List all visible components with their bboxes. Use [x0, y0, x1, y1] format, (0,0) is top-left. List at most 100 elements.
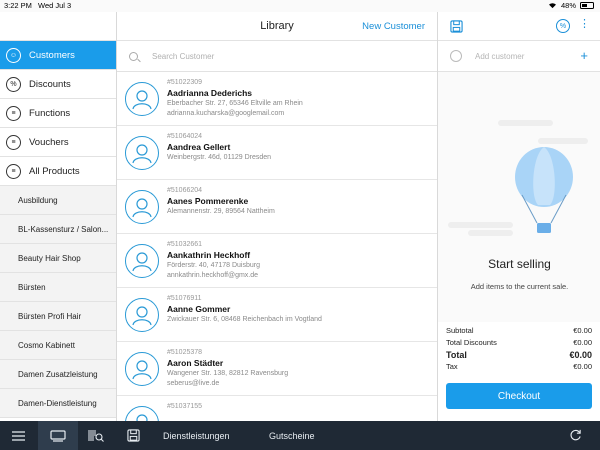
barcode-search-icon[interactable] — [88, 421, 104, 450]
bottom-toolbar: Dienstleistungen Gutscheine — [0, 421, 600, 450]
percent-icon: % — [6, 76, 21, 92]
sidebar-item-all-products[interactable]: ≡ All Products — [0, 157, 116, 186]
customer-address: Weinbergstr. 46d, 01129 Dresden — [167, 154, 272, 161]
hot-air-balloon-icon — [515, 147, 573, 233]
customer-info: #51066204 Aanes Pommerenke Alemannenstr. 2… — [167, 186, 275, 217]
add-customer-label: Add customer — [475, 51, 525, 61]
total-value: €0.00 — [569, 350, 592, 360]
add-customer-row[interactable]: Add customer + — [438, 41, 600, 72]
list-icon: ≡ — [6, 105, 21, 121]
start-selling-title: Start selling — [488, 257, 551, 271]
avatar-icon — [125, 136, 159, 170]
customer-name: Aandrea Gellert — [167, 142, 231, 152]
customer-info: #51076911 Aanne Gommer Zwickauer Str. 6, 0… — [167, 294, 322, 325]
search-input[interactable]: Search Customer — [152, 52, 214, 61]
sale-panel: % ⋮ Add customer + Start selling Add ite… — [437, 12, 600, 421]
customer-info: #51022309 Aadrianna Dederichs Eberbacher S… — [167, 78, 303, 119]
total-row: Subtotal €0.00 — [446, 325, 592, 337]
customer-number: #51037155 — [167, 403, 203, 410]
save-icon[interactable] — [127, 421, 140, 450]
total-label: Total Discounts — [446, 338, 497, 347]
save-icon[interactable] — [450, 20, 463, 33]
cloud-shape — [498, 120, 553, 126]
new-customer-button[interactable]: New Customer — [362, 21, 425, 32]
customer-name: Aaron Städter — [167, 358, 224, 368]
customer-name: Aanes Pommerenke — [167, 196, 249, 206]
customer-number: #51022309 — [167, 79, 203, 86]
search-bar[interactable]: Search Customer — [117, 41, 437, 72]
cloud-shape — [468, 230, 513, 236]
customer-number: #51025378 — [167, 349, 203, 356]
category-item[interactable]: Ausbildung — [0, 186, 116, 215]
category-item[interactable]: Beauty Hair Shop — [0, 244, 116, 273]
customer-list: #51022309 Aadrianna Dederichs Eberbacher S… — [117, 72, 437, 450]
add-icon[interactable]: + — [580, 48, 588, 63]
customer-number: #51032661 — [167, 241, 203, 248]
sidebar-item-discounts[interactable]: % Discounts — [0, 70, 116, 99]
totals-block: Subtotal €0.00 Total Discounts €0.00 Total €0… — [446, 325, 592, 373]
checkout-button[interactable]: Checkout — [446, 383, 592, 409]
avatar-icon — [125, 82, 159, 116]
customer-icon: ☺ — [6, 47, 21, 63]
customer-address: Alemannenstr. 29, 89564 Nattheim — [167, 208, 275, 215]
sidebar-item-label: Vouchers — [29, 136, 69, 148]
sidebar-item-customers[interactable]: ☺ Customers — [0, 41, 116, 70]
status-right: 48% — [548, 1, 594, 10]
discount-percent-icon[interactable]: % — [556, 19, 570, 33]
category-item[interactable]: Cosmo Kabinett — [0, 331, 116, 360]
total-label: Subtotal — [446, 326, 474, 335]
customer-number: #51064024 — [167, 133, 203, 140]
total-value: €0.00 — [573, 326, 592, 335]
avatar-icon — [125, 190, 159, 224]
list-icon: ≡ — [6, 163, 21, 179]
status-date: Wed Jul 3 — [38, 1, 72, 10]
tab-dienstleistungen[interactable]: Dienstleistungen — [163, 421, 230, 450]
status-time: 3:22 PM — [4, 1, 32, 10]
customer-row[interactable]: #51076911 Aanne Gommer Zwickauer Str. 6, 0… — [117, 288, 437, 342]
sidebar-item-vouchers[interactable]: ≡ Vouchers — [0, 128, 116, 157]
cloud-shape — [538, 138, 588, 144]
cloud-shape — [448, 222, 513, 228]
menu-icon[interactable] — [12, 421, 25, 450]
library-header: Library New Customer — [117, 12, 437, 41]
total-label: Total — [446, 350, 467, 360]
category-item[interactable]: Bürsten Profi Hair — [0, 302, 116, 331]
customer-email: annkathrin.heckhoff@gmx.de — [167, 272, 259, 279]
category-item[interactable]: Damen Zusatzleistung — [0, 360, 116, 389]
sidebar-item-label: Functions — [29, 107, 71, 119]
sync-icon[interactable] — [569, 421, 582, 450]
customer-info: #51064024 Aandrea Gellert Weinbergstr. 46d… — [167, 132, 271, 163]
customer-row[interactable]: #51064024 Aandrea Gellert Weinbergstr. 46d… — [117, 126, 437, 180]
customer-address: Eberbacher Str. 27, 65346 Eltville am Rh… — [167, 100, 303, 107]
customer-row[interactable]: #51032661 Aankathrin Heckhoff Förderstr. 4… — [117, 234, 437, 288]
start-selling-subtitle: Add items to the current sale. — [470, 282, 569, 291]
customer-row[interactable]: #51066204 Aanes Pommerenke Alemannenstr. 2… — [117, 180, 437, 234]
sidebar-item-label: All Products — [29, 165, 80, 177]
sale-header: % ⋮ — [438, 12, 600, 41]
list-icon: ≡ — [6, 134, 21, 150]
category-item[interactable]: BL-Kassensturz / Salon... — [0, 215, 116, 244]
sidebar-item-label: Discounts — [29, 78, 71, 90]
customer-row[interactable]: #51025378 Aaron Städter Wangener Str. 138,… — [117, 342, 437, 396]
total-row: Total €0.00 — [446, 349, 592, 361]
register-icon[interactable] — [50, 421, 66, 450]
avatar-icon — [125, 352, 159, 386]
total-row: Tax €0.00 — [446, 361, 592, 373]
tab-gutscheine[interactable]: Gutscheine — [269, 421, 315, 450]
category-item[interactable]: Bürsten — [0, 273, 116, 302]
sidebar-item-label: Customers — [29, 49, 75, 61]
total-row: Total Discounts €0.00 — [446, 337, 592, 349]
customer-icon — [450, 50, 462, 62]
total-label: Tax — [446, 362, 458, 371]
total-value: €0.00 — [573, 338, 592, 347]
more-options-icon[interactable]: ⋮ — [579, 19, 590, 30]
customer-number: #51066204 — [167, 187, 203, 194]
wifi-icon — [548, 3, 556, 9]
sidebar-header — [0, 12, 116, 41]
sidebar-item-functions[interactable]: ≡ Functions — [0, 99, 116, 128]
customer-address: Zwickauer Str. 6, 08468 Reichenbach im V… — [167, 316, 322, 323]
customer-row[interactable]: #51022309 Aadrianna Dederichs Eberbacher S… — [117, 72, 437, 126]
category-item[interactable]: Damen-Dienstleistung — [0, 389, 116, 418]
search-icon — [129, 51, 138, 61]
customer-address: Wangener Str. 138, 82812 Ravensburg — [167, 370, 289, 377]
